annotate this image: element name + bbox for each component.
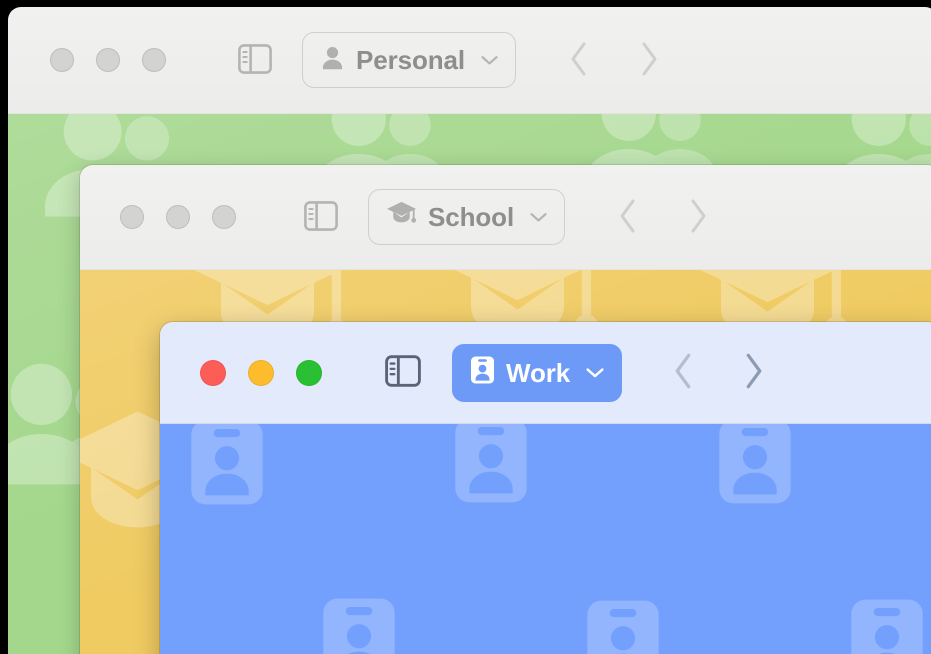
minimize-button[interactable]: [248, 359, 274, 386]
chevron-right-icon: [687, 197, 709, 238]
chevron-down-icon[interactable]: [529, 211, 548, 223]
close-button[interactable]: [50, 48, 74, 72]
person-icon: [320, 45, 345, 76]
sidebar-toggle-icon: [385, 355, 421, 390]
chevron-down-icon[interactable]: [480, 54, 499, 66]
watermark-layer-work: [160, 424, 931, 654]
maximize-button[interactable]: [142, 48, 166, 72]
minimize-button[interactable]: [96, 48, 120, 72]
chevron-right-icon: [638, 40, 660, 81]
chevron-right-icon: [742, 351, 765, 394]
sidebar-toggle-button[interactable]: [232, 37, 278, 83]
navigation-buttons-school: [611, 196, 715, 238]
traffic-lights-personal: [50, 48, 166, 72]
maximize-button[interactable]: [212, 205, 236, 229]
profile-switcher-school[interactable]: School: [368, 189, 566, 245]
sidebar-toggle-button[interactable]: [298, 194, 344, 240]
sidebar-toggle-icon: [238, 43, 272, 77]
profile-switcher-personal[interactable]: Personal: [302, 32, 517, 88]
content-area-work: [160, 424, 931, 654]
profile-name-work: Work: [506, 357, 571, 388]
id-badge-icon: [191, 424, 263, 505]
navigation-buttons-work: [666, 352, 770, 394]
forward-button[interactable]: [736, 352, 770, 394]
sidebar-toggle-icon: [304, 200, 338, 234]
id-badge-icon: [470, 355, 495, 390]
toolbar-personal: Personal: [8, 7, 931, 114]
back-button[interactable]: [666, 352, 700, 394]
id-badge-icon: [851, 599, 923, 654]
back-button[interactable]: [611, 196, 645, 238]
minimize-button[interactable]: [166, 205, 190, 229]
chevron-down-icon[interactable]: [585, 366, 605, 379]
id-badge-icon: [455, 424, 527, 503]
chevron-left-icon: [672, 351, 695, 394]
profile-name-school: School: [428, 202, 515, 232]
chevron-left-icon: [617, 197, 639, 238]
toolbar-school: School: [80, 165, 931, 270]
window-work[interactable]: Work: [160, 322, 931, 654]
forward-button[interactable]: [681, 196, 715, 238]
maximize-button[interactable]: [296, 359, 322, 386]
id-badge-icon: [587, 600, 659, 654]
sidebar-toggle-button[interactable]: [380, 350, 426, 396]
graduation-cap-icon: [386, 200, 417, 234]
profile-switcher-work[interactable]: Work: [452, 343, 623, 402]
id-badge-icon: [719, 424, 791, 504]
close-button[interactable]: [200, 359, 226, 386]
profile-name-personal: Personal: [356, 45, 466, 75]
id-badge-icon: [323, 598, 395, 654]
back-button[interactable]: [562, 39, 596, 81]
traffic-lights-work: [200, 359, 322, 386]
forward-button[interactable]: [632, 39, 666, 81]
close-button[interactable]: [120, 205, 144, 229]
chevron-left-icon: [568, 40, 590, 81]
screen: Personal School Work: [0, 0, 931, 654]
traffic-lights-school: [120, 205, 236, 229]
navigation-buttons-personal: [562, 39, 666, 81]
toolbar-work: Work: [160, 322, 931, 424]
